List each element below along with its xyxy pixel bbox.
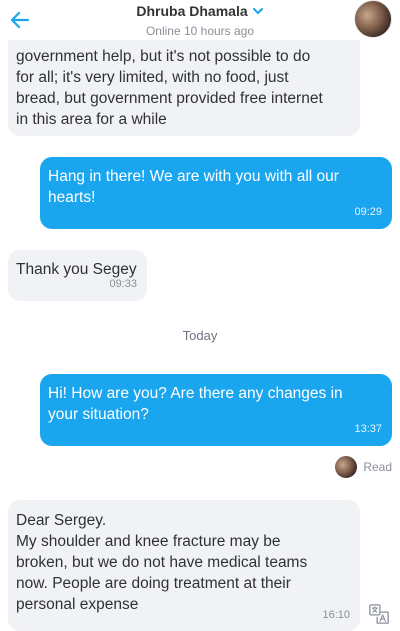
message-timestamp: 09:29 bbox=[354, 206, 382, 218]
message-incoming[interactable]: Thank you Segey 09:33 bbox=[8, 250, 147, 301]
message-text-line: broken, but we do not have medical teams bbox=[16, 554, 308, 571]
message-text-line: Hi! How are you? Are there any changes i… bbox=[48, 385, 343, 402]
message-outgoing[interactable]: Hang in there! We are with you with all … bbox=[40, 157, 392, 229]
day-separator: Today bbox=[182, 328, 218, 343]
message-text-line: hearts! bbox=[48, 189, 96, 206]
contact-avatar[interactable] bbox=[354, 0, 392, 38]
message-text-line: for all; it's very limited, with no food… bbox=[16, 69, 289, 86]
contact-info[interactable]: Dhruba Dhamala Online 10 hours ago bbox=[0, 3, 400, 38]
read-avatar bbox=[335, 456, 358, 478]
read-label: Read bbox=[363, 460, 392, 474]
message-timestamp: 16:10 bbox=[322, 609, 350, 621]
message-timestamp: 13:37 bbox=[354, 423, 382, 435]
message-text-line: bread, but government provided free inte… bbox=[16, 90, 323, 107]
read-receipt: Read bbox=[335, 455, 392, 479]
message-text-line: in this area for a while bbox=[16, 111, 167, 128]
chevron-down-icon[interactable] bbox=[252, 5, 264, 17]
message-text-line: My shoulder and knee fracture may be bbox=[16, 533, 281, 550]
message-timestamp: 09:33 bbox=[109, 278, 137, 290]
message-outgoing[interactable]: Hi! How are you? Are there any changes i… bbox=[40, 374, 392, 446]
contact-status: Online 10 hours ago bbox=[145, 24, 255, 38]
message-text-line: personal expense bbox=[16, 596, 139, 613]
message-text-line: Hang in there! We are with you with all … bbox=[48, 168, 339, 185]
message-text-line: your situation? bbox=[48, 406, 149, 423]
contact-name: Dhruba Dhamala bbox=[136, 3, 248, 19]
translate-icon[interactable] bbox=[368, 603, 390, 625]
chat-header: Dhruba Dhamala Online 10 hours ago bbox=[0, 0, 400, 40]
message-incoming[interactable]: Dear Sergey. My shoulder and knee fractu… bbox=[8, 500, 360, 631]
message-text-line: government help, but it's not possible t… bbox=[16, 48, 311, 65]
message-text-line: now. People are doing treatment at their bbox=[16, 575, 291, 592]
message-text-line: Dear Sergey. bbox=[16, 512, 107, 529]
